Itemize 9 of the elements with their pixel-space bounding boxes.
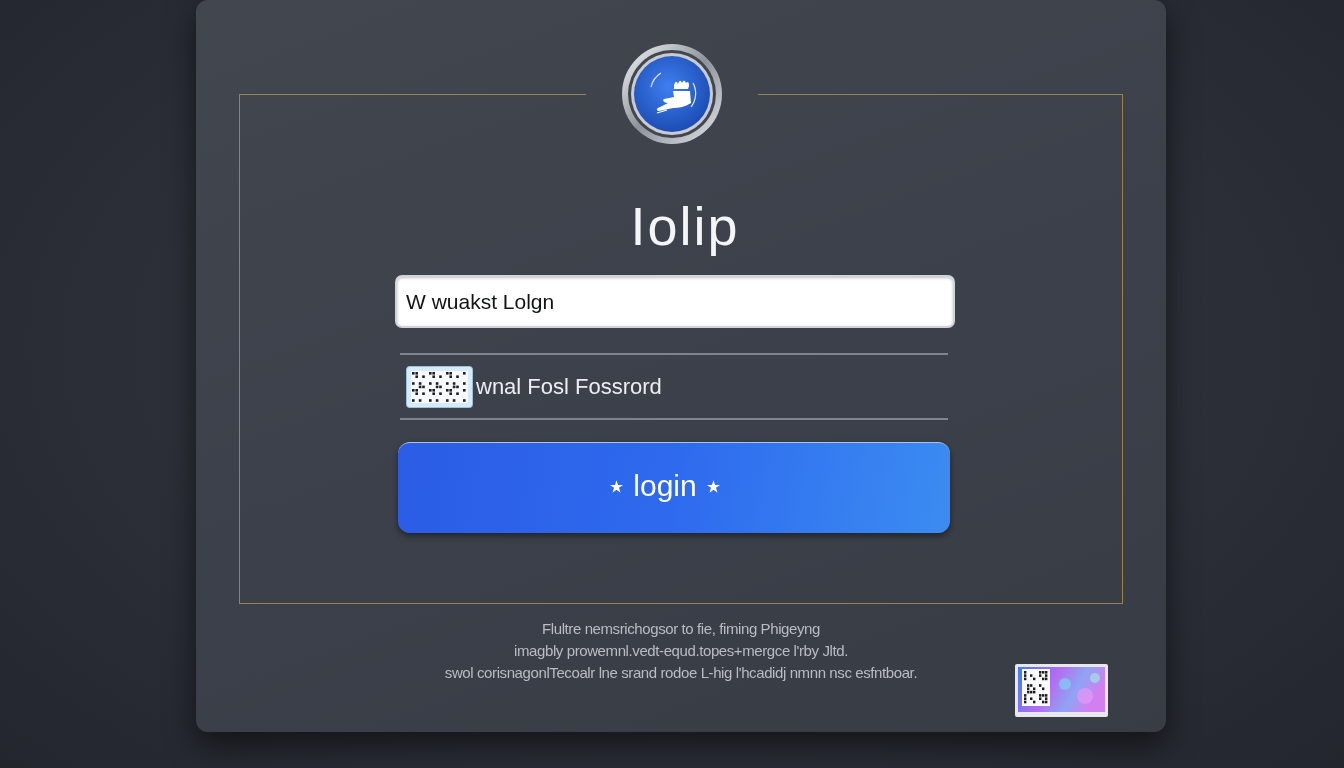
login-button[interactable]: login (398, 442, 950, 533)
qr-code-icon (406, 365, 473, 408)
footer-text: Flultre nemsrichogsor to fie, fiming Phigeyng imagbly prowemnl.vedt-equd.topes+mergce l'rby Jltd. swol corisnagonlTecoalr lne srand rodoe L-hig l'hcadidj nmnn nsc esfntboar. (444, 619, 918, 683)
star-icon (706, 479, 720, 493)
hand-logo-icon (621, 43, 723, 145)
qr-sticker-icon (1015, 664, 1108, 717)
text-field[interactable]: W wuakst Lolgn (395, 275, 955, 328)
input-field[interactable]: wnal Fosl Fossrord (476, 371, 948, 402)
star-icon (610, 479, 624, 493)
